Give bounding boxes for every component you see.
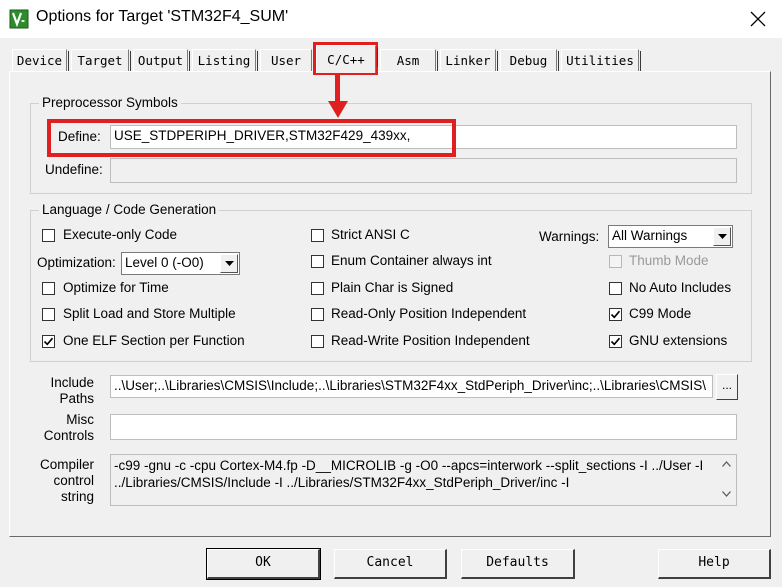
one-elf-label: One ELF Section per Function — [63, 333, 245, 348]
gnu-extensions-checkbox[interactable] — [609, 335, 622, 348]
split-load-checkbox[interactable] — [42, 308, 55, 321]
include-paths-label-2: Paths — [59, 391, 94, 406]
code-generation-group-title: Language / Code Generation — [39, 202, 220, 217]
one-elf-checkbox[interactable] — [42, 335, 55, 348]
compiler-string-box[interactable]: -c99 -gnu -c -cpu Cortex-M4.fp -D__MICRO… — [110, 454, 737, 506]
warnings-value: All Warnings — [612, 228, 688, 243]
tab-listing[interactable]: Listing — [192, 49, 258, 71]
enum-int-checkbox[interactable] — [311, 255, 324, 268]
compiler-string-line-2: ../Libraries/CMSIS/Include -I ../Librari… — [114, 475, 570, 490]
warnings-dropdown-button[interactable] — [713, 227, 731, 246]
checkmark-icon — [43, 337, 54, 346]
warnings-label: Warnings: — [539, 229, 600, 244]
compiler-string-label-3: string — [60, 489, 94, 504]
ropi-label: Read-Only Position Independent — [331, 306, 527, 321]
undefine-input[interactable] — [110, 158, 737, 183]
cancel-button[interactable]: Cancel — [334, 549, 447, 579]
enum-int-label: Enum Container always int — [331, 253, 492, 268]
optimization-select[interactable]: Level 0 (-O0) — [121, 252, 240, 275]
preprocessor-group-title: Preprocessor Symbols — [39, 95, 181, 110]
tab-linker[interactable]: Linker — [440, 49, 498, 71]
plain-char-label: Plain Char is Signed — [331, 280, 454, 295]
optimization-label: Optimization: — [37, 255, 116, 270]
checkmark-icon — [610, 310, 621, 319]
thumb-mode-checkbox[interactable] — [609, 255, 622, 268]
c99-mode-checkbox[interactable] — [609, 308, 622, 321]
defaults-button[interactable]: Defaults — [461, 549, 575, 579]
warnings-select[interactable]: All Warnings — [608, 225, 733, 248]
strict-ansi-label: Strict ANSI C — [331, 227, 410, 242]
no-auto-includes-label: No Auto Includes — [629, 280, 732, 295]
rwpi-label: Read-Write Position Independent — [331, 333, 530, 348]
tab-user[interactable]: User — [260, 49, 314, 71]
plain-char-checkbox[interactable] — [311, 282, 324, 295]
include-paths-label-1: Include — [50, 375, 94, 390]
execute-only-checkbox[interactable] — [42, 229, 55, 242]
include-paths-input[interactable]: ..\User;..\Libraries\CMSIS\Include;..\Li… — [110, 375, 713, 398]
tab-output[interactable]: Output — [133, 49, 190, 71]
tab-device[interactable]: Device — [12, 49, 69, 71]
window-title: Options for Target 'STM32F4_SUM' — [36, 8, 289, 25]
ropi-checkbox[interactable] — [311, 308, 324, 321]
strict-ansi-checkbox[interactable] — [311, 229, 324, 242]
chevron-up-icon — [722, 461, 731, 467]
checkmark-icon — [610, 337, 621, 346]
browse-include-button[interactable]: ... — [716, 374, 738, 400]
execute-only-label: Execute-only Code — [63, 227, 178, 242]
chevron-down-icon — [225, 261, 234, 266]
gnu-extensions-label: GNU extensions — [629, 333, 728, 348]
misc-controls-input[interactable] — [110, 414, 737, 440]
no-auto-includes-checkbox[interactable] — [609, 282, 622, 295]
chevron-down-icon — [718, 234, 727, 239]
split-load-label: Split Load and Store Multiple — [63, 306, 236, 321]
annotation-highlight-define — [47, 119, 456, 157]
optimize-time-checkbox[interactable] — [42, 282, 55, 295]
compiler-string-line-1: -c99 -gnu -c -cpu Cortex-M4.fp -D__MICRO… — [114, 458, 704, 473]
tab-utilities[interactable]: Utilities — [561, 49, 641, 71]
optimization-dropdown-button[interactable] — [220, 254, 238, 273]
c99-mode-label: C99 Mode — [629, 306, 692, 321]
annotation-arrow-icon — [328, 73, 348, 118]
compiler-string-label-2: control — [53, 473, 94, 488]
tab-debug[interactable]: Debug — [500, 49, 559, 71]
misc-controls-label-2: Controls — [43, 428, 94, 443]
rwpi-checkbox[interactable] — [311, 335, 324, 348]
misc-controls-label-1: Misc — [66, 412, 94, 427]
ok-button[interactable]: OK — [206, 548, 321, 580]
undefine-label: Undefine: — [45, 162, 103, 177]
chevron-down-icon — [722, 491, 731, 497]
tab-target[interactable]: Target — [71, 49, 131, 71]
close-button[interactable] — [742, 4, 774, 34]
tab-asm[interactable]: Asm — [380, 49, 438, 71]
compiler-string-label-1: Compiler — [40, 457, 95, 472]
title-bar: Options for Target 'STM32F4_SUM' — [0, 0, 782, 38]
keil-uvision-icon — [9, 9, 29, 29]
thumb-mode-label: Thumb Mode — [629, 253, 709, 268]
help-button[interactable]: Help — [658, 549, 771, 579]
tab-c-cpp[interactable]: C/C++ — [316, 45, 378, 73]
compiler-string-scrollbar[interactable] — [716, 455, 736, 505]
optimize-time-label: Optimize for Time — [63, 280, 169, 295]
close-icon — [750, 11, 766, 27]
optimization-value: Level 0 (-O0) — [125, 255, 204, 270]
